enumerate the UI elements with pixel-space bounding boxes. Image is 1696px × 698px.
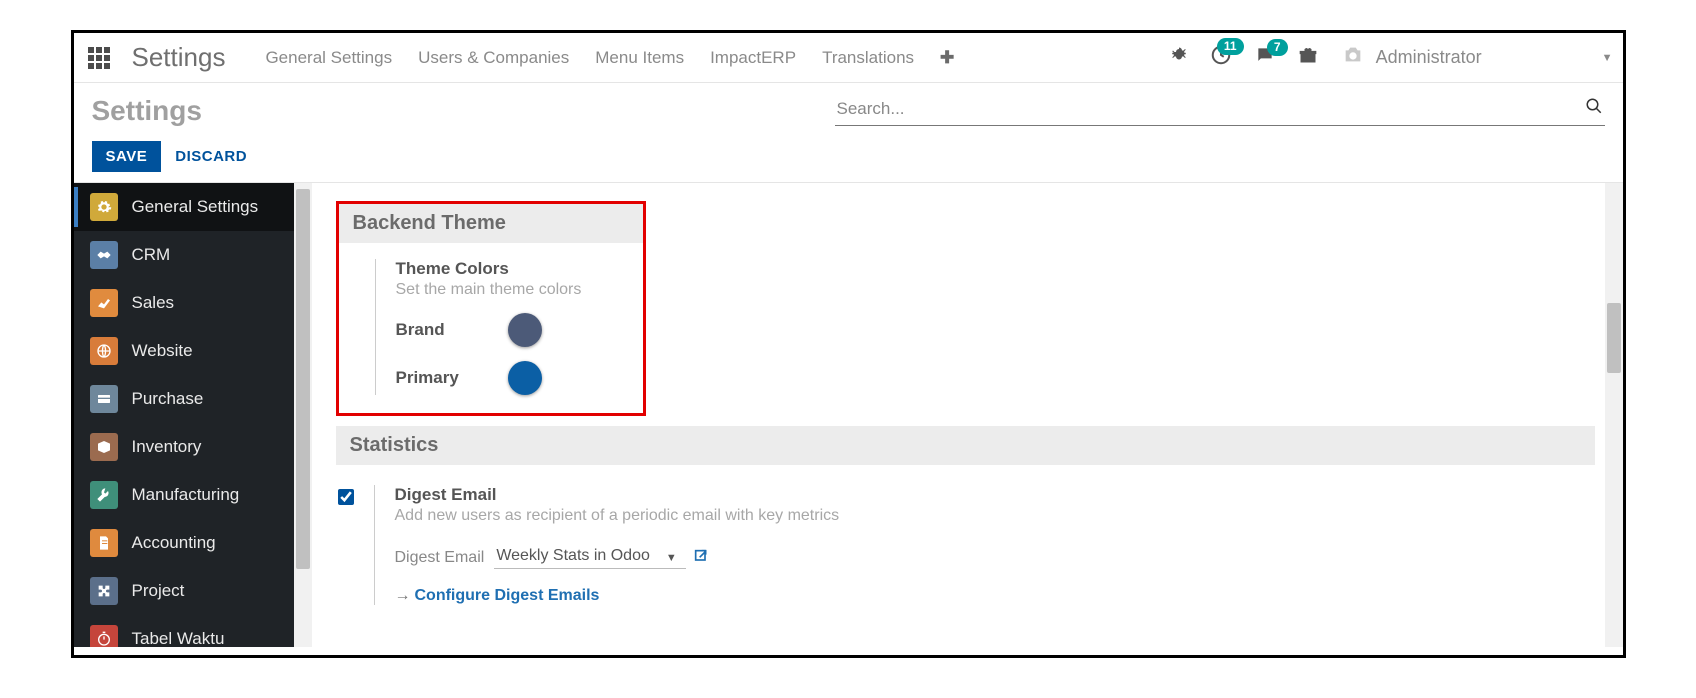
arrow-right-icon: →: [395, 587, 411, 604]
document-icon: [90, 529, 118, 557]
sidebar-item-label: Website: [132, 341, 193, 361]
chart-icon: [90, 289, 118, 317]
puzzle-icon: [90, 577, 118, 605]
messages-icon[interactable]: 7: [1254, 45, 1276, 70]
theme-colors-desc: Set the main theme colors: [396, 281, 643, 299]
app-title: Settings: [132, 42, 226, 73]
stopwatch-icon: [90, 625, 118, 647]
sidebar-item-label: Purchase: [132, 389, 204, 409]
user-name: Administrator: [1376, 47, 1482, 68]
sidebar-item-label: Manufacturing: [132, 485, 240, 505]
sidebar-item-website[interactable]: Website: [74, 327, 294, 375]
sidebar-item-tabel-waktu[interactable]: Tabel Waktu: [74, 615, 294, 647]
breadcrumb: Settings: [92, 95, 202, 127]
sidebar-item-inventory[interactable]: Inventory: [74, 423, 294, 471]
activities-badge: 11: [1217, 38, 1244, 55]
menu-users-companies[interactable]: Users & Companies: [418, 48, 569, 68]
sidebar-item-accounting[interactable]: Accounting: [74, 519, 294, 567]
sidebar-item-label: Accounting: [132, 533, 216, 553]
menu-menu-items[interactable]: Menu Items: [595, 48, 684, 68]
sidebar-item-label: Tabel Waktu: [132, 629, 225, 647]
sidebar-item-sales[interactable]: Sales: [74, 279, 294, 327]
sidebar-item-general-settings[interactable]: General Settings: [74, 183, 294, 231]
apps-icon[interactable]: [88, 47, 110, 69]
primary-color-label: Primary: [396, 368, 466, 388]
content-scrollbar[interactable]: [1605, 183, 1623, 647]
sidebar-item-purchase[interactable]: Purchase: [74, 375, 294, 423]
section-statistics: Statistics: [336, 426, 1595, 465]
brand-color-label: Brand: [396, 320, 466, 340]
sidebar-item-label: Sales: [132, 293, 175, 313]
discard-button[interactable]: DISCARD: [175, 148, 247, 165]
external-link-icon[interactable]: [693, 548, 709, 569]
sidebar-item-label: Inventory: [132, 437, 202, 457]
debug-icon[interactable]: [1170, 46, 1188, 69]
add-menu-icon[interactable]: ✚: [940, 48, 954, 68]
sidebar-item-label: General Settings: [132, 197, 259, 217]
menu-impacterp[interactable]: ImpactERP: [710, 48, 796, 68]
card-icon: [90, 385, 118, 413]
wrench-icon: [90, 481, 118, 509]
brand-color-swatch[interactable]: [508, 313, 542, 347]
top-menu: General Settings Users & Companies Menu …: [265, 48, 954, 68]
section-backend-theme: Backend Theme: [339, 204, 643, 243]
search-input[interactable]: [835, 95, 1605, 126]
sidebar-scrollbar[interactable]: [294, 183, 312, 647]
sidebar-item-crm[interactable]: CRM: [74, 231, 294, 279]
user-caret-icon: ▼: [1602, 52, 1613, 64]
gear-icon: [90, 193, 118, 221]
settings-content: Backend Theme Theme Colors Set the main …: [312, 183, 1605, 647]
digest-email-title: Digest Email: [395, 485, 840, 505]
primary-color-swatch[interactable]: [508, 361, 542, 395]
settings-sidebar: General Settings CRM Sales Website Purch…: [74, 183, 294, 647]
backend-theme-highlight: Backend Theme Theme Colors Set the main …: [336, 201, 646, 416]
theme-colors-title: Theme Colors: [396, 259, 643, 279]
globe-icon: [90, 337, 118, 365]
menu-general-settings[interactable]: General Settings: [265, 48, 392, 68]
handshake-icon: [90, 241, 118, 269]
configure-digest-emails-link[interactable]: →Configure Digest Emails: [395, 587, 840, 605]
search-icon[interactable]: [1585, 97, 1603, 120]
digest-email-field-label: Digest Email: [395, 549, 485, 567]
menu-translations[interactable]: Translations: [822, 48, 914, 68]
messages-badge: 7: [1267, 39, 1288, 56]
digest-email-select[interactable]: Weekly Stats in Odoo: [494, 547, 686, 569]
sidebar-item-project[interactable]: Project: [74, 567, 294, 615]
sidebar-item-label: CRM: [132, 245, 171, 265]
digest-email-checkbox[interactable]: [338, 489, 354, 505]
sidebar-item-label: Project: [132, 581, 185, 601]
save-button[interactable]: SAVE: [92, 141, 162, 172]
digest-email-desc: Add new users as recipient of a periodic…: [395, 507, 840, 525]
activities-icon[interactable]: 11: [1210, 44, 1232, 71]
camera-icon: [1340, 44, 1366, 71]
gift-icon[interactable]: [1298, 45, 1318, 70]
box-icon: [90, 433, 118, 461]
user-menu[interactable]: Administrator ▼: [1340, 44, 1613, 71]
sidebar-item-manufacturing[interactable]: Manufacturing: [74, 471, 294, 519]
